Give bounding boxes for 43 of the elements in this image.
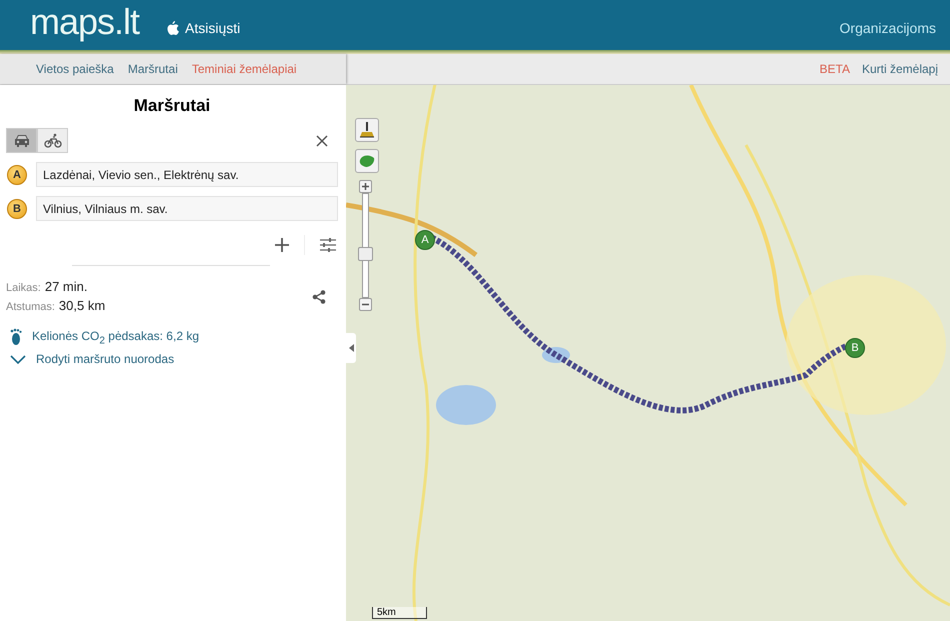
- summary-value: 27 min.: [44, 279, 88, 294]
- summary-label: Atstumas:: [6, 301, 55, 313]
- footprint-icon: [10, 328, 22, 348]
- co2-footprint-text: Kelionės CO$_{2}$ pėdsakas: 6,2 kg: [32, 329, 199, 347]
- car-mode-button[interactable]: [6, 128, 37, 153]
- beta-label: BETA: [820, 62, 850, 76]
- plus-icon: [362, 183, 369, 190]
- close-icon[interactable]: [316, 134, 328, 146]
- country-shape-icon: [359, 154, 375, 168]
- nav-link[interactable]: Maršrutai: [128, 62, 178, 76]
- stop-marker: B: [7, 198, 27, 218]
- location-field[interactable]: Vilnius, Vilniaus m. sav.: [36, 196, 338, 221]
- sliders-icon[interactable]: [320, 237, 336, 253]
- zoom-out-button[interactable]: [359, 298, 372, 311]
- stop-marker: A: [7, 164, 27, 184]
- panel-title: Maršrutai: [132, 95, 212, 117]
- bike-mode-button[interactable]: [37, 128, 68, 153]
- organizations-link[interactable]: Organizacijoms: [840, 20, 936, 36]
- directions-link[interactable]: Rodyti maršruto nuorodas: [6, 352, 338, 366]
- minus-icon: [362, 301, 369, 308]
- country-map-button[interactable]: [355, 149, 379, 173]
- zoom-slider-thumb[interactable]: [358, 246, 373, 261]
- location-field[interactable]: Lazdėnai, Vievio sen., Elektrėnų sav.: [36, 162, 338, 187]
- clear-map-button[interactable]: [355, 118, 379, 142]
- summary-label: Laikas:: [6, 282, 41, 294]
- summary-value: 30,5 km: [58, 298, 106, 313]
- zoom-in-button[interactable]: [359, 180, 372, 193]
- scale-bar: 5km: [372, 607, 427, 619]
- apple-icon: [167, 21, 180, 35]
- bicycle-icon: [44, 133, 62, 148]
- broom-icon: [359, 122, 375, 138]
- caret-left-icon: [348, 344, 354, 352]
- download-link[interactable]: Atsisiųsti: [167, 20, 240, 36]
- share-icon[interactable]: [312, 290, 326, 304]
- nav-link[interactable]: Teminiai žemėlapiai: [192, 62, 297, 76]
- map-marker: A: [415, 230, 435, 250]
- collapse-panel-button[interactable]: [346, 333, 356, 363]
- add-icon[interactable]: [275, 238, 289, 252]
- create-map-link[interactable]: Kurti žemėlapį: [862, 62, 938, 76]
- car-icon: [12, 133, 30, 148]
- nav-link[interactable]: Vietos paieška: [36, 62, 114, 76]
- chevron-down-icon: [10, 354, 26, 364]
- logo[interactable]: maps.lt: [30, 1, 140, 43]
